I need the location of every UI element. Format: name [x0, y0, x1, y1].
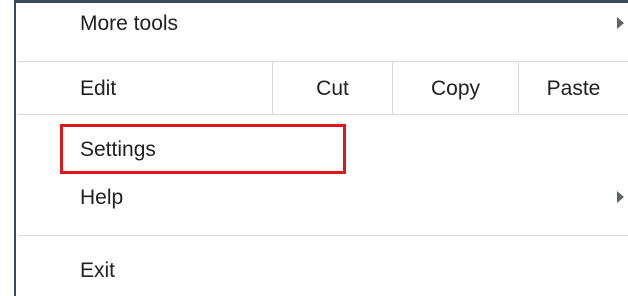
copy-button[interactable]: Copy [392, 62, 518, 114]
window-left-border [0, 0, 16, 296]
menu-separator [18, 114, 628, 115]
menu-separator [18, 235, 628, 236]
menu-item-more-tools[interactable]: More tools [18, 3, 628, 53]
copy-button-label: Copy [430, 77, 481, 100]
submenu-arrow-icon [617, 191, 624, 203]
submenu-arrow-icon [617, 17, 624, 29]
settings-highlight-box [60, 124, 346, 174]
browser-context-menu: More tools Edit Cut Copy Paste Settings … [18, 3, 628, 296]
menu-row-edit: Edit Cut Copy Paste [18, 62, 628, 114]
menu-item-exit[interactable]: Exit [18, 246, 628, 296]
paste-button-label: Paste [546, 77, 601, 100]
menu-item-label: Help [80, 186, 124, 209]
menu-item-help[interactable]: Help [18, 175, 628, 225]
cut-button-label: Cut [316, 77, 349, 100]
paste-button[interactable]: Paste [518, 62, 628, 114]
screenshot-frame: More tools Edit Cut Copy Paste Settings … [0, 0, 628, 296]
menu-item-label: Exit [80, 259, 116, 282]
menu-item-label: More tools [80, 12, 179, 35]
edit-label: Edit [80, 77, 117, 100]
cut-button[interactable]: Cut [272, 62, 392, 114]
